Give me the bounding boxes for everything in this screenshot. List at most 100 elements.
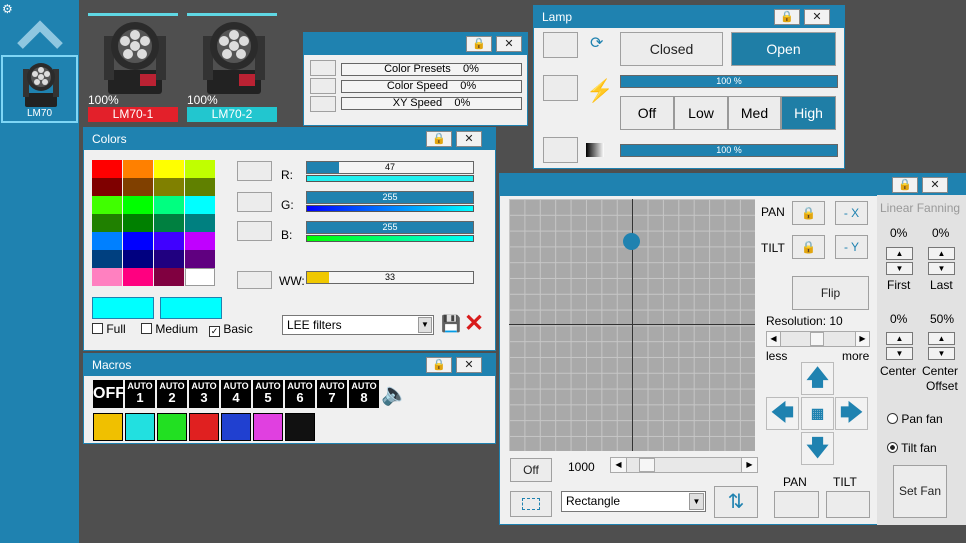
green-button[interactable] <box>237 192 272 212</box>
full-checkbox[interactable]: Full <box>92 322 126 336</box>
sound-black-icon[interactable] <box>285 413 315 441</box>
dimmer-button[interactable] <box>543 137 578 163</box>
lock-icon[interactable]: 🔒 <box>426 131 452 147</box>
lock-icon[interactable]: 🔒 <box>892 177 918 193</box>
basic-checkbox-box[interactable]: ✓ <box>209 326 220 337</box>
shutter-button[interactable] <box>543 32 578 58</box>
pan-fan-radio[interactable]: Pan fan <box>887 412 943 426</box>
center-up-button[interactable]: ▲ <box>886 332 913 345</box>
fixture-2-label[interactable]: LM70-2 <box>187 107 277 122</box>
lock-icon[interactable]: 🔒 <box>466 36 492 52</box>
tilt-button[interactable] <box>826 491 870 518</box>
device-item-lm70[interactable]: LM70 <box>1 55 78 123</box>
medium-checkbox[interactable]: Medium <box>141 322 198 336</box>
arrow-left-icon[interactable]: 🡄 <box>766 397 799 430</box>
strobe-button[interactable] <box>543 75 578 101</box>
warm-white-button[interactable] <box>237 271 272 289</box>
chevron-left-icon[interactable]: ◀ <box>611 458 627 472</box>
swap-icon[interactable]: ⇅ <box>714 486 758 518</box>
first-up-button[interactable]: ▲ <box>886 247 913 260</box>
sound-green-icon[interactable] <box>157 413 187 441</box>
first-down-button[interactable]: ▼ <box>886 262 913 275</box>
speed-thumb[interactable] <box>639 458 655 472</box>
xy-speed-slider[interactable]: XY Speed 0% <box>341 97 522 110</box>
color-speed-slider[interactable]: Color Speed 0% <box>341 80 522 93</box>
closed-button[interactable]: Closed <box>620 32 723 66</box>
sound-icon[interactable]: 🔈 <box>381 380 411 408</box>
color-presets-slider[interactable]: Color Presets 0% <box>341 63 522 76</box>
tilt-fan-radio-dot[interactable] <box>887 442 898 453</box>
set-fan-button[interactable]: Set Fan <box>893 465 947 518</box>
offset-down-button[interactable]: ▼ <box>928 347 955 360</box>
arrow-up-icon[interactable]: 🡅 <box>801 362 834 395</box>
shape-select[interactable]: Rectangle ▼ <box>561 491 706 512</box>
tilt-fan-radio[interactable]: Tilt fan <box>887 441 937 455</box>
full-checkbox-box[interactable] <box>92 323 103 334</box>
macro-auto-2-button[interactable]: AUTO 2 <box>157 380 187 408</box>
close-icon[interactable]: ✕ <box>804 9 830 25</box>
macro-off-button[interactable]: OFF <box>93 380 125 408</box>
speed-slider[interactable]: ◀ ▶ <box>610 457 758 473</box>
chevron-down-icon[interactable]: ▼ <box>418 317 432 333</box>
off-button[interactable]: Off <box>620 96 674 130</box>
open-button[interactable]: Open <box>731 32 836 66</box>
position-handle[interactable] <box>623 233 640 250</box>
delete-icon[interactable]: ✕ <box>464 312 488 336</box>
blue-button[interactable] <box>237 221 272 241</box>
med-button[interactable]: Med <box>728 96 781 130</box>
center-grid-icon[interactable]: ▦ <box>801 397 834 430</box>
sound-magenta-icon[interactable] <box>253 413 283 441</box>
macro-auto-3-button[interactable]: AUTO 3 <box>189 380 219 408</box>
target-color-swatch[interactable] <box>160 297 222 319</box>
warm-white-slider[interactable]: 33 <box>306 271 474 284</box>
medium-checkbox-box[interactable] <box>141 323 152 334</box>
resolution-thumb[interactable] <box>810 332 824 346</box>
preset-button-xy-speed[interactable] <box>310 96 336 112</box>
high-button[interactable]: High <box>781 96 836 130</box>
color-palette[interactable] <box>92 160 216 286</box>
close-icon[interactable]: ✕ <box>456 131 482 147</box>
arrow-down-icon[interactable]: 🡇 <box>801 432 834 465</box>
minus-y-button[interactable]: - Y <box>835 235 868 259</box>
last-up-button[interactable]: ▲ <box>928 247 955 260</box>
red-slider[interactable]: 47 <box>306 161 474 174</box>
sound-yellow-icon[interactable] <box>93 413 123 441</box>
fixture-1[interactable] <box>88 13 178 99</box>
green-slider[interactable]: 255 <box>306 191 474 204</box>
resolution-slider[interactable]: ◀ ▶ <box>766 331 870 347</box>
pan-fan-radio-dot[interactable] <box>887 413 898 424</box>
macro-auto-6-button[interactable]: AUTO 6 <box>285 380 315 408</box>
pan-button[interactable] <box>774 491 819 518</box>
preset-button-color-presets[interactable] <box>310 60 336 76</box>
save-icon[interactable]: 💾 <box>441 315 461 335</box>
fixture-2[interactable] <box>187 13 277 99</box>
gear-icon[interactable]: ⚙ <box>2 2 16 16</box>
low-button[interactable]: Low <box>674 96 728 130</box>
center-down-button[interactable]: ▼ <box>886 347 913 360</box>
sound-blue-icon[interactable] <box>221 413 251 441</box>
shape-off-button[interactable]: Off <box>510 458 552 482</box>
chevron-left-icon[interactable]: ◀ <box>767 332 781 346</box>
red-button[interactable] <box>237 161 272 181</box>
arrow-right-icon[interactable]: 🡆 <box>835 397 868 430</box>
minus-x-button[interactable]: - X <box>835 201 868 225</box>
last-down-button[interactable]: ▼ <box>928 262 955 275</box>
macro-auto-8-button[interactable]: AUTO 8 <box>349 380 379 408</box>
macro-auto-1-button[interactable]: AUTO 1 <box>125 380 155 408</box>
offset-up-button[interactable]: ▲ <box>928 332 955 345</box>
tilt-lock-button[interactable]: 🔒 <box>792 235 825 259</box>
lock-icon[interactable]: 🔒 <box>774 9 800 25</box>
selection-rect-button[interactable] <box>510 491 552 517</box>
close-icon[interactable]: ✕ <box>496 36 522 52</box>
current-color-swatch[interactable] <box>92 297 154 319</box>
chevron-down-icon[interactable]: ▼ <box>689 493 704 510</box>
filter-select[interactable]: LEE filters ▼ <box>282 315 434 335</box>
macro-auto-7-button[interactable]: AUTO 7 <box>317 380 347 408</box>
basic-checkbox[interactable]: ✓ Basic <box>209 322 253 337</box>
sound-cyan-icon[interactable] <box>125 413 155 441</box>
chevron-up-icon[interactable] <box>16 12 64 52</box>
fixture-1-label[interactable]: LM70-1 <box>88 107 178 122</box>
close-icon[interactable]: ✕ <box>922 177 948 193</box>
chevron-right-icon[interactable]: ▶ <box>855 332 869 346</box>
flip-button[interactable]: Flip <box>792 276 869 310</box>
